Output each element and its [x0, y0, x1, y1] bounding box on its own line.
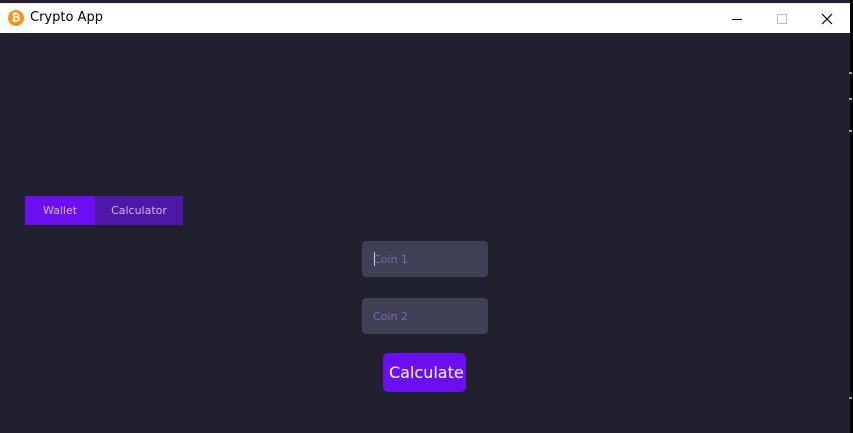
calculate-button[interactable]: Calculate — [383, 353, 466, 392]
title-bar[interactable]: ₿ Crypto App — [0, 3, 850, 33]
scroll-edge-mark — [849, 98, 852, 100]
window-title: Crypto App — [30, 10, 103, 25]
scroll-edge-mark — [849, 72, 852, 74]
maximize-button[interactable] — [759, 4, 805, 33]
tab-bar: Wallet Calculator — [25, 196, 183, 225]
close-button[interactable] — [804, 4, 850, 33]
minimize-button[interactable] — [714, 4, 760, 33]
tab-wallet[interactable]: Wallet — [25, 196, 95, 225]
app-window: ₿ Crypto App Wallet Calculator Calculate — [0, 0, 853, 433]
tab-calculator[interactable]: Calculator — [95, 196, 183, 225]
coin1-input[interactable] — [362, 241, 488, 277]
scroll-edge-mark — [849, 130, 852, 132]
scroll-edge-mark — [849, 397, 852, 399]
minimize-icon — [732, 18, 742, 20]
maximize-icon — [777, 13, 787, 24]
close-icon — [821, 13, 833, 24]
coin2-input[interactable] — [362, 298, 488, 334]
bitcoin-icon: ₿ — [8, 10, 24, 26]
text-caret — [374, 252, 375, 266]
